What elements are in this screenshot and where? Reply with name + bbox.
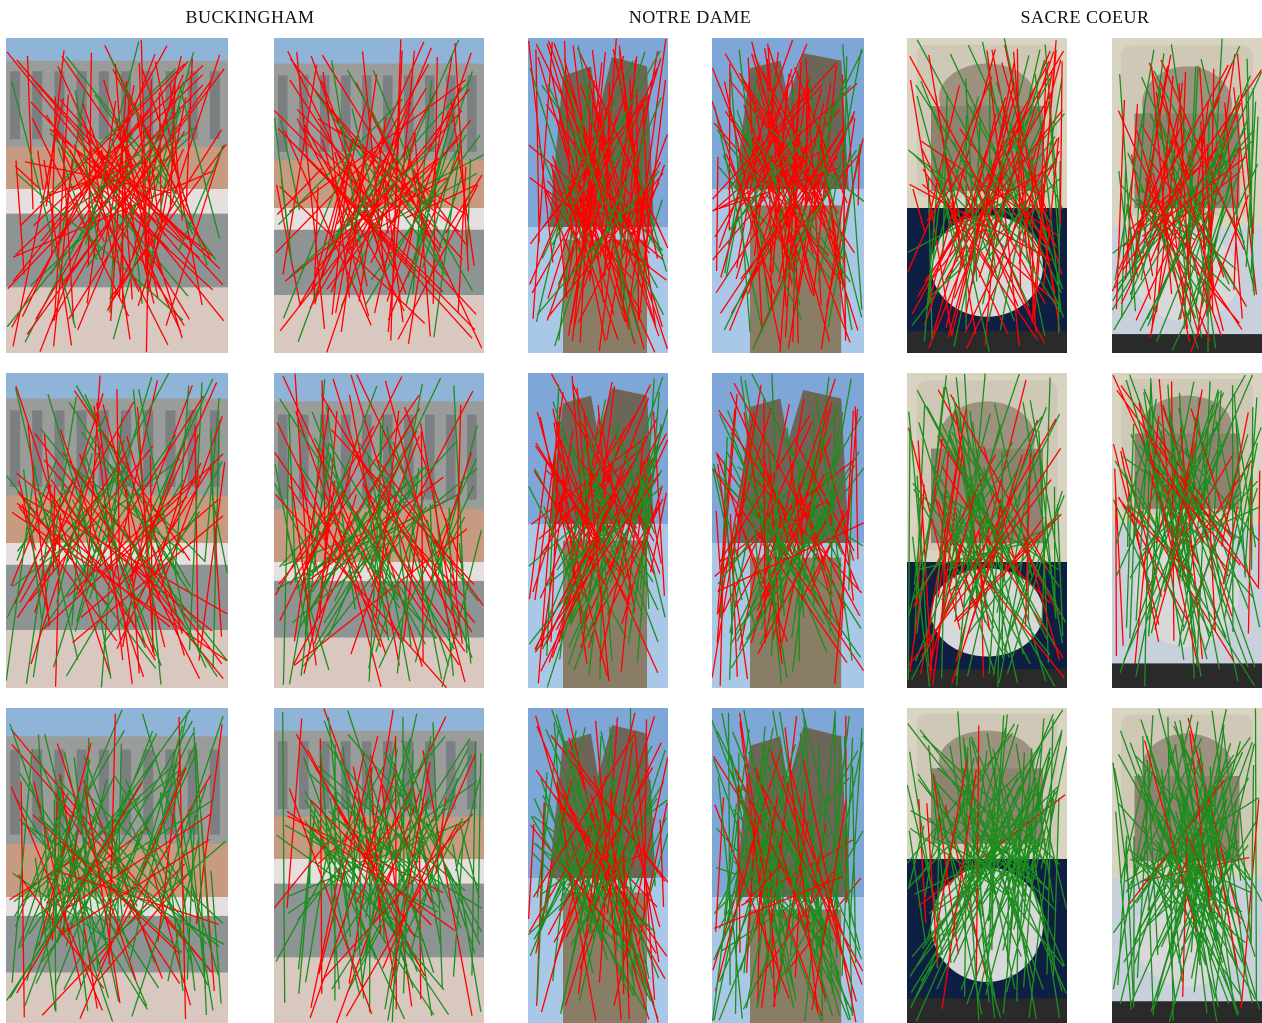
match-panel-r2-c4 [712, 373, 864, 688]
match-panel-r3-c3 [528, 708, 668, 1023]
match-panel-r1-c3 [528, 38, 668, 353]
match-panel-r2-c1 [6, 373, 228, 688]
heading-notre-dame: NOTRE DAME [560, 4, 820, 30]
match-panel-r3-c5 [907, 708, 1067, 1023]
match-panel-r2-c5 [907, 373, 1067, 688]
match-panel-r3-c6 [1112, 708, 1262, 1023]
match-panel-r1-c2 [274, 38, 484, 353]
match-panel-r2-c6 [1112, 373, 1262, 688]
match-panel-r1-c1 [6, 38, 228, 353]
match-panel-r1-c4 [712, 38, 864, 353]
heading-sacre-coeur: SACRE COEUR [955, 4, 1215, 30]
match-panel-r1-c6 [1112, 38, 1262, 353]
match-panel-r3-c1 [6, 708, 228, 1023]
heading-buckingham: BUCKINGHAM [120, 4, 380, 30]
match-panel-r3-c2 [274, 708, 484, 1023]
match-panel-r2-c2 [274, 373, 484, 688]
match-panel-r2-c3 [528, 373, 668, 688]
match-panel-r3-c4 [712, 708, 864, 1023]
match-panel-r1-c5 [907, 38, 1067, 353]
